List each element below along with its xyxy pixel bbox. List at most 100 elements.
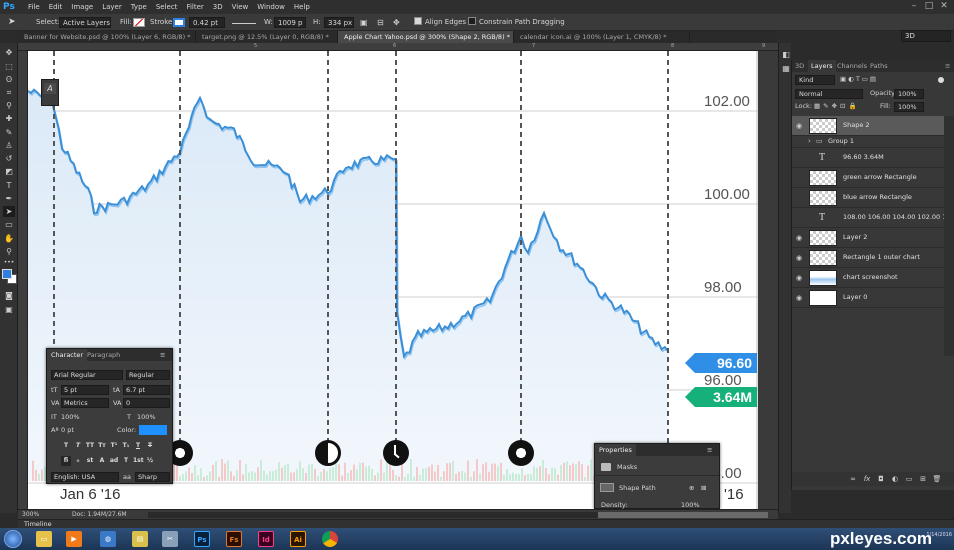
titling-button[interactable]: T bbox=[121, 456, 131, 466]
subscript-button[interactable]: T₁ bbox=[121, 441, 131, 451]
network-icon[interactable]: ◍ bbox=[100, 531, 116, 547]
menu-select[interactable]: Select bbox=[156, 3, 178, 11]
font-style-dropdown[interactable]: Regular bbox=[126, 370, 170, 380]
illustrator-taskbar-icon[interactable]: Ai bbox=[290, 531, 306, 547]
close-button[interactable]: ✕ bbox=[938, 1, 950, 12]
tools-app-icon[interactable]: ✂ bbox=[162, 531, 178, 547]
file-explorer-icon[interactable]: ▭ bbox=[36, 531, 52, 547]
ligatures-button[interactable]: fi bbox=[61, 456, 71, 466]
baseline-shift-field[interactable]: 0 pt bbox=[61, 425, 74, 435]
tab-layers[interactable]: Layers bbox=[808, 60, 836, 72]
apply-mask-icon[interactable]: ⊠ bbox=[701, 483, 706, 493]
menu-filter[interactable]: Filter bbox=[186, 3, 203, 11]
add-style-icon[interactable]: fx bbox=[862, 474, 872, 484]
add-mask-icon[interactable]: ◘ bbox=[876, 474, 886, 484]
tracking-dropdown[interactable]: 0 bbox=[123, 398, 170, 408]
volume-tag[interactable]: 3.64M bbox=[685, 387, 757, 407]
chrome-taskbar-icon[interactable] bbox=[322, 531, 338, 547]
constrain-path-checkbox[interactable]: Constrain Path Dragging bbox=[468, 17, 565, 28]
menu-3d[interactable]: 3D bbox=[213, 3, 223, 11]
faux-italic-button[interactable]: T bbox=[73, 441, 83, 451]
rectangle-tool-icon[interactable]: ▭ bbox=[3, 219, 15, 230]
filter-kind-dropdown[interactable]: Kind bbox=[795, 75, 835, 85]
strikethrough-button[interactable]: T bbox=[145, 441, 155, 451]
vertical-scale-field[interactable]: 100% bbox=[61, 412, 80, 422]
link-layers-icon[interactable]: ∞ bbox=[848, 474, 858, 484]
character-panel-icon[interactable]: A bbox=[44, 83, 56, 94]
layer-row-price-labels[interactable]: T 108.00 106.00 104.00 102.00 1... bbox=[792, 208, 953, 228]
stroke-size-field[interactable]: 0.42 pt bbox=[189, 17, 225, 28]
marquee-tool-icon[interactable]: ⬚ bbox=[3, 61, 15, 72]
pen-tool-icon[interactable]: ✒ bbox=[3, 193, 15, 204]
height-field[interactable]: 334 px bbox=[324, 17, 354, 28]
earnings-event-icon[interactable] bbox=[315, 440, 341, 466]
menu-layer[interactable]: Layer bbox=[102, 3, 122, 11]
brush-tool-icon[interactable]: ✎ bbox=[3, 127, 15, 138]
quick-mask-icon[interactable]: ◙ bbox=[3, 290, 15, 301]
media-player-icon[interactable]: ▶ bbox=[66, 531, 82, 547]
notes-app-icon[interactable]: ▤ bbox=[132, 531, 148, 547]
menu-type[interactable]: Type bbox=[131, 3, 147, 11]
layer-row-rectangle-1[interactable]: ◉ Rectangle 1 outer chart bbox=[792, 248, 944, 268]
new-layer-icon[interactable]: ⊞ bbox=[918, 474, 928, 484]
layer-filter-icons[interactable]: ▣◐T▭▤ bbox=[840, 74, 878, 85]
fill-field[interactable]: 100% bbox=[894, 102, 924, 112]
path-alignment-icon[interactable]: ⊟ bbox=[377, 17, 384, 28]
tab-banner-for-website[interactable]: Banner for Website.psd @ 100% (Layer 6, … bbox=[18, 31, 196, 43]
type-tool-icon[interactable]: T bbox=[3, 180, 15, 191]
faux-bold-button[interactable]: T bbox=[61, 441, 71, 451]
healing-brush-tool-icon[interactable]: ✚ bbox=[3, 113, 15, 124]
move-tool-icon[interactable]: ✥ bbox=[3, 47, 15, 58]
lock-icons[interactable]: ▦✎✥⊡🔒 bbox=[814, 101, 860, 112]
path-operations-icon[interactable]: ▣ bbox=[360, 17, 368, 28]
panel-menu-icon[interactable]: ≡ bbox=[707, 445, 712, 455]
tab-target-png[interactable]: target.png @ 12.5% (Layer 0, RGB/8) * bbox=[196, 31, 338, 43]
visibility-eye-icon[interactable]: ◉ bbox=[794, 253, 804, 263]
width-field[interactable]: 1009 p bbox=[274, 17, 306, 28]
canvas-horizontal-scrollbar[interactable] bbox=[148, 512, 768, 518]
foreground-color-swatch[interactable] bbox=[2, 269, 12, 279]
history-panel-icon[interactable]: ◧ bbox=[780, 49, 792, 60]
tab-character[interactable]: Character bbox=[47, 349, 88, 361]
eyedropper-tool-icon[interactable]: ⚲ bbox=[3, 100, 15, 111]
panel-menu-icon[interactable]: ≡ bbox=[942, 60, 953, 72]
minimize-button[interactable]: – bbox=[908, 1, 920, 12]
layers-scrollbar[interactable] bbox=[944, 116, 954, 356]
menu-view[interactable]: View bbox=[232, 3, 249, 11]
expand-arrow-icon[interactable]: › bbox=[808, 137, 811, 145]
fuse-taskbar-icon[interactable]: Fs bbox=[226, 531, 242, 547]
tab-3d[interactable]: 3D bbox=[792, 60, 807, 72]
stylistic-alternates-button[interactable]: ad bbox=[109, 456, 119, 466]
new-group-icon[interactable]: ▭ bbox=[904, 474, 914, 484]
delete-layer-icon[interactable]: 🗑 bbox=[932, 474, 942, 484]
workspace-dropdown[interactable]: 3D bbox=[901, 30, 951, 42]
crop-tool-icon[interactable]: ⌗ bbox=[3, 87, 15, 98]
language-dropdown[interactable]: English: USA bbox=[51, 472, 119, 482]
more-tools-icon[interactable]: ••• bbox=[3, 257, 15, 268]
select-dropdown[interactable]: Active Layers bbox=[59, 17, 111, 28]
layer-row-layer-0[interactable]: ◉ Layer 0 bbox=[792, 288, 944, 308]
align-edges-checkbox[interactable]: Align Edges bbox=[414, 17, 466, 28]
stroke-type-dropdown[interactable] bbox=[232, 23, 256, 24]
history-brush-tool-icon[interactable]: ↺ bbox=[3, 153, 15, 164]
opacity-field[interactable]: 100% bbox=[894, 89, 924, 99]
all-caps-button[interactable]: TT bbox=[85, 441, 95, 451]
path-selection-tool-icon[interactable]: ➤ bbox=[8, 17, 16, 28]
path-selection-tool-icon[interactable]: ➤ bbox=[3, 206, 15, 217]
filter-toggle-icon[interactable] bbox=[938, 77, 944, 83]
ordinals-button[interactable]: 1st bbox=[133, 456, 144, 466]
underline-button[interactable]: T bbox=[133, 441, 143, 451]
path-arrangement-icon[interactable]: ✥ bbox=[393, 17, 400, 28]
visibility-eye-icon[interactable]: ◉ bbox=[794, 233, 804, 243]
leading-field[interactable]: 6.7 pt bbox=[123, 385, 170, 395]
layer-row-chart-screenshot[interactable]: ◉ chart screenshot bbox=[792, 268, 944, 288]
font-size-field[interactable]: 5 pt bbox=[61, 385, 109, 395]
fractions-button[interactable]: ½ bbox=[145, 456, 155, 466]
lasso-tool-icon[interactable]: ʘ bbox=[3, 74, 15, 85]
photoshop-taskbar-icon[interactable]: Ps bbox=[194, 531, 210, 547]
price-tag[interactable]: 96.60 bbox=[685, 353, 757, 373]
tab-properties[interactable]: Properties bbox=[595, 444, 636, 456]
discretionary-ligatures-button[interactable]: st bbox=[85, 456, 95, 466]
menu-help[interactable]: Help bbox=[294, 3, 310, 11]
collapsed-panel-strip[interactable]: A bbox=[41, 79, 59, 106]
